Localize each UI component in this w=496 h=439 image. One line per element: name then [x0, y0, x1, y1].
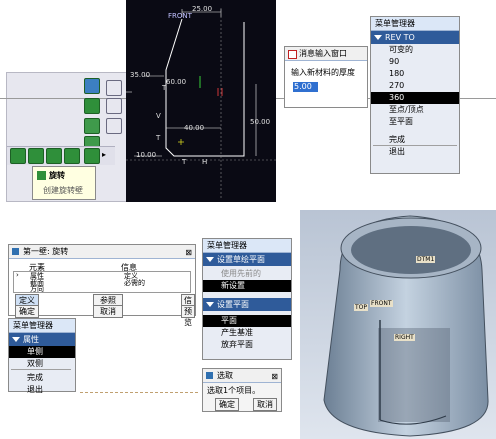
shell-icon[interactable] — [46, 148, 62, 164]
datum-label-2: TOP — [354, 304, 369, 311]
ok-button[interactable]: 确定 — [15, 305, 39, 318]
menu-item-to-point[interactable]: 至点/顶点 — [371, 104, 459, 116]
menu-item-quit[interactable]: 退出 — [9, 384, 75, 396]
feature-title-bar: 第一壁: 旋转 ⊠ — [9, 245, 195, 259]
axis-tool-icon[interactable] — [106, 98, 122, 114]
select-cancel-button[interactable]: 取消 — [253, 398, 277, 411]
menu-rev-section[interactable]: REV TO — [371, 31, 459, 44]
row-pointer-icon: › — [16, 271, 19, 279]
datum-label-1: DTM1 — [416, 256, 436, 263]
tooltip-title: 旋转 — [49, 171, 65, 180]
h-label: H — [202, 158, 208, 166]
message-input-window: 消息输入窗口 输入新材料的厚度 5.00 — [284, 46, 368, 108]
dim-bottom: 10.00 — [136, 151, 157, 159]
close-icon[interactable]: ⊠ — [185, 246, 192, 259]
collapse-icon — [374, 35, 382, 40]
protrusion-icon[interactable] — [10, 148, 26, 164]
menu-item-variable[interactable]: 可变的 — [371, 44, 459, 56]
menu-separator — [373, 145, 457, 146]
blend-tool-icon[interactable] — [84, 118, 100, 134]
cancel-button[interactable]: 取消 — [93, 305, 123, 318]
select-dialog: 选取 ⊠ 选取1个项目。 确定 取消 — [202, 368, 282, 412]
revolve-wall-icon[interactable] — [28, 148, 44, 164]
row-info-2: 必需的 — [124, 279, 145, 287]
collapse-icon — [12, 337, 20, 342]
datum-tool-icon[interactable] — [106, 80, 122, 96]
dropdown-wall-icon[interactable] — [84, 148, 100, 164]
feature-dialog: 第一壁: 旋转 ⊠ 元素 信息 › 属性 定义 截面 必需的 方向 定义 参照 … — [8, 244, 196, 327]
window-icon — [206, 372, 213, 379]
menu-item-90[interactable]: 90 — [371, 56, 459, 68]
menu-item-one-side[interactable]: 单侧 — [9, 346, 75, 358]
revolve-icon — [37, 171, 46, 180]
datum-label-3: FRONT — [370, 300, 393, 307]
t-label-3: T — [182, 158, 187, 166]
message-prompt: 输入新材料的厚度 — [291, 68, 355, 77]
menu-item-abandon-plane[interactable]: 放弃平面 — [203, 339, 291, 351]
close-icon[interactable]: ⊠ — [271, 370, 278, 383]
chevron-right-icon[interactable]: ▸ — [102, 150, 106, 159]
dim-right: 50.00 — [250, 118, 271, 126]
menu-item-create-datum[interactable]: 产生基准 — [203, 327, 291, 339]
sweep-wall-icon[interactable] — [64, 148, 80, 164]
menu-plane-header: 菜单管理器 — [203, 239, 291, 253]
message-title: 消息输入窗口 — [299, 49, 347, 58]
menu-item-180[interactable]: 180 — [371, 68, 459, 80]
menu-item-360[interactable]: 360 — [371, 92, 459, 104]
menu-manager-attr: 菜单管理器 属性 单侧 双侧 完成 退出 — [8, 318, 76, 394]
t-label-1: T — [162, 84, 167, 92]
menu-section-set-plane[interactable]: 设置平面 — [203, 298, 291, 311]
menu-item-plane[interactable]: 平面 — [203, 315, 291, 327]
feature-title: 第一壁: 旋转 — [23, 247, 69, 256]
menu-item-done[interactable]: 完成 — [9, 372, 75, 384]
element-list[interactable]: › 属性 定义 截面 必需的 方向 — [13, 271, 191, 293]
menu-attr-header: 菜单管理器 — [9, 319, 75, 333]
front-label: FRONT — [168, 12, 192, 20]
menu-manager-sketch-plane: 菜单管理器 设置草绘平面 使用先前的 新设置 设置平面 平面 产生基准 放弃平面 — [202, 238, 292, 360]
model-viewport[interactable]: DTM1 TOP FRONT RIGHT — [300, 210, 496, 439]
select-message: 选取1个项目。 — [207, 386, 261, 395]
select-title: 选取 — [217, 371, 233, 380]
select-ok-button[interactable]: 确定 — [215, 398, 239, 411]
menu-item-new-setting[interactable]: 新设置 — [203, 280, 291, 292]
message-title-bar: 消息输入窗口 — [285, 47, 367, 61]
datum-label-4: RIGHT — [394, 334, 415, 341]
window-icon — [12, 248, 19, 255]
v-label: V — [156, 112, 161, 120]
thickness-input[interactable]: 5.00 — [293, 82, 318, 92]
dim-top: 25.00 — [192, 5, 213, 13]
tooltip-desc: 创建旋转壁 — [43, 186, 83, 195]
sketch-canvas[interactable]: FRONT 25.00 35.00 60.00 40.00 50.00 10.0… — [126, 0, 276, 202]
collapse-icon — [206, 257, 214, 262]
menu-item-to-plane[interactable]: 至平面 — [371, 116, 459, 128]
workspace-line — [80, 392, 198, 394]
t-label-2: T — [156, 134, 161, 142]
revolved-shell-model — [323, 215, 489, 437]
dim-small: 60.00 — [166, 78, 187, 86]
menu-item-270[interactable]: 270 — [371, 80, 459, 92]
row-elem-3[interactable]: 方向 — [30, 284, 44, 294]
dim-inner-x: 40.00 — [184, 124, 205, 132]
menu-item-quit[interactable]: 退出 — [371, 146, 459, 158]
menu-item-use-previous[interactable]: 使用先前的 — [203, 268, 291, 280]
plane-tool-icon[interactable] — [106, 118, 122, 134]
select-title-bar: 选取 ⊠ — [203, 369, 281, 383]
dim-left: 35.00 — [130, 71, 151, 79]
menu-attr-section[interactable]: 属性 — [9, 333, 75, 346]
menu-rev-header: 菜单管理器 — [371, 17, 459, 31]
tooltip-panel: 旋转 创建旋转壁 — [32, 166, 96, 200]
menu-section-sketch-plane[interactable]: 设置草绘平面 — [203, 253, 291, 266]
menu-manager-rev: 菜单管理器 REV TO 可变的 90 180 270 360 至点/顶点 至平… — [370, 16, 460, 174]
sketch-tool-icon[interactable] — [84, 78, 100, 94]
window-icon — [288, 50, 297, 59]
sketch-geometry — [126, 8, 276, 200]
menu-separator — [11, 369, 71, 370]
collapse-icon — [206, 302, 214, 307]
extrude-tool-icon[interactable] — [84, 98, 100, 114]
preview-button[interactable]: 预览 — [181, 305, 195, 327]
